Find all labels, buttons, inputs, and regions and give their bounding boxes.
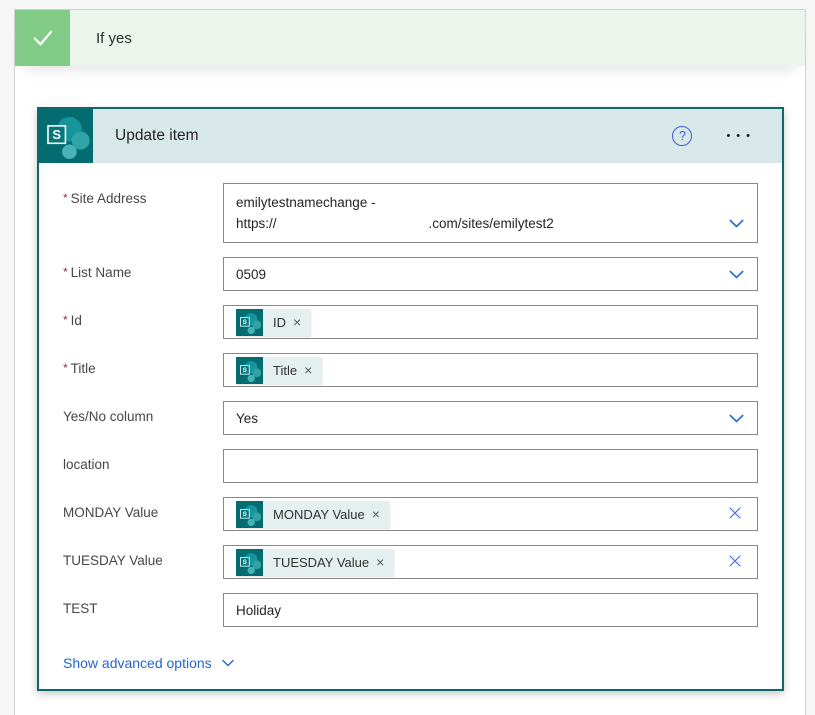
sharepoint-icon: S	[236, 500, 263, 528]
monday-value-input[interactable]: S MONDAY Value ×	[223, 497, 758, 531]
token-remove-icon[interactable]: ×	[291, 314, 310, 330]
token-label: Title	[273, 362, 298, 378]
checkmark-icon	[33, 30, 52, 46]
card-body: Site Address emilytestnamechange - https…	[39, 163, 782, 683]
svg-text:S: S	[243, 367, 248, 374]
dynamic-token-chip[interactable]: S MONDAY Value ×	[236, 500, 389, 528]
test-input[interactable]	[236, 596, 745, 624]
chevron-down-icon[interactable]	[728, 410, 745, 427]
title-input[interactable]: S Title ×	[223, 353, 758, 387]
token-label: MONDAY Value	[273, 506, 365, 522]
site-address-url-suffix: .com/sites/emilytest2	[428, 216, 554, 231]
field-row-site-address: Site Address emilytestnamechange - https…	[63, 183, 758, 243]
field-row-test: TEST	[63, 593, 758, 627]
field-label: Title	[63, 353, 223, 376]
yesno-value: Yes	[236, 410, 259, 426]
field-row-id: Id S ID ×	[63, 305, 758, 339]
field-label: TEST	[63, 601, 98, 616]
dynamic-token-chip[interactable]: S ID ×	[236, 308, 311, 336]
field-label: Id	[63, 305, 223, 328]
field-row-yesno-column: Yes/No column Yes	[63, 401, 758, 435]
field-row-title: Title S Title ×	[63, 353, 758, 387]
sharepoint-icon: S	[236, 356, 263, 384]
clear-field-icon[interactable]	[727, 553, 745, 572]
token-label: TUESDAY Value	[273, 554, 370, 570]
chevron-down-icon[interactable]	[728, 266, 745, 283]
site-address-url-prefix: https://	[236, 216, 277, 231]
field-row-location: location	[63, 449, 758, 483]
help-icon[interactable]: ?	[672, 126, 693, 146]
site-address-dropdown[interactable]: emilytestnamechange - https:// .com/site…	[223, 183, 758, 243]
svg-text:S: S	[243, 319, 248, 326]
field-label: List Name	[63, 257, 223, 280]
ellipsis-menu-icon[interactable]: •••	[722, 126, 756, 146]
update-item-card: S Update item ? ••• Site Address emilyte…	[37, 107, 784, 691]
condition-title: If yes	[96, 29, 132, 47]
field-label: location	[63, 457, 110, 472]
field-row-monday-value: MONDAY Value S MONDAY Value ×	[63, 497, 758, 531]
id-input[interactable]: S ID ×	[223, 305, 758, 339]
token-remove-icon[interactable]: ×	[302, 362, 321, 378]
flow-branch-panel: If yes S Update item ? ••• Site Address …	[14, 9, 806, 715]
list-name-value: 0509	[236, 266, 267, 282]
field-label: TUESDAY Value	[63, 553, 163, 568]
sharepoint-icon: S	[236, 308, 263, 336]
site-address-line1: emilytestnamechange -	[236, 195, 376, 210]
dynamic-token-chip[interactable]: S TUESDAY Value ×	[236, 548, 394, 576]
svg-text:S: S	[243, 559, 248, 566]
field-label: MONDAY Value	[63, 505, 159, 520]
card-header[interactable]: S Update item ? •••	[39, 109, 782, 163]
show-advanced-options-label: Show advanced options	[63, 655, 212, 671]
test-input-box[interactable]	[223, 593, 758, 627]
condition-header[interactable]: If yes	[15, 10, 805, 66]
location-input-box[interactable]	[223, 449, 758, 483]
yesno-dropdown[interactable]: Yes	[223, 401, 758, 435]
svg-text:S: S	[52, 127, 61, 142]
clear-field-icon[interactable]	[727, 505, 745, 524]
show-advanced-options-link[interactable]: Show advanced options	[63, 655, 235, 671]
field-label: Site Address	[63, 183, 223, 206]
field-row-tuesday-value: TUESDAY Value S TUESDAY Value ×	[63, 545, 758, 579]
chevron-down-icon[interactable]	[728, 215, 745, 232]
sharepoint-icon: S	[236, 548, 263, 576]
dynamic-token-chip[interactable]: S Title ×	[236, 356, 322, 384]
card-title: Update item	[115, 127, 199, 144]
chevron-down-icon	[221, 659, 234, 667]
condition-check-box	[15, 10, 70, 66]
list-name-dropdown[interactable]: 0509	[223, 257, 758, 291]
tuesday-value-input[interactable]: S TUESDAY Value ×	[223, 545, 758, 579]
token-label: ID	[273, 314, 286, 330]
field-label: Yes/No column	[63, 409, 154, 424]
location-input[interactable]	[236, 452, 745, 480]
token-remove-icon[interactable]: ×	[374, 554, 393, 570]
token-remove-icon[interactable]: ×	[370, 506, 389, 522]
svg-text:S: S	[243, 511, 248, 518]
sharepoint-icon: S	[39, 109, 93, 163]
field-row-list-name: List Name 0509	[63, 257, 758, 291]
